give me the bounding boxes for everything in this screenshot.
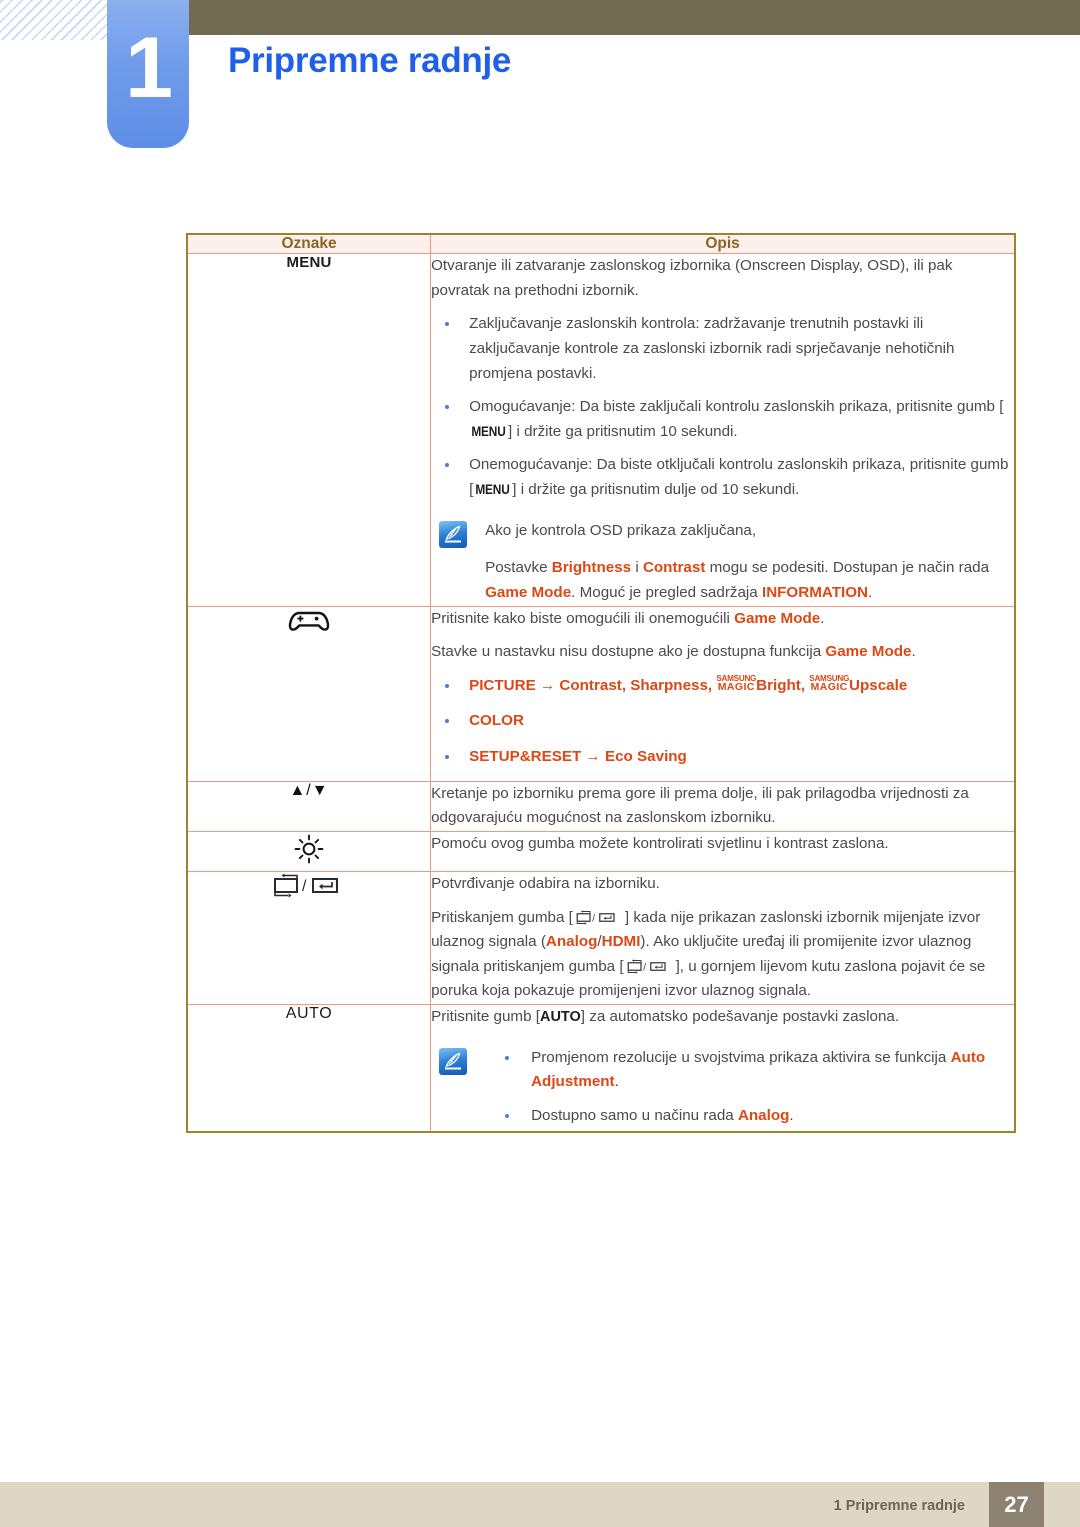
footer-chapter-label: 1 Pripremne radnje xyxy=(833,1498,965,1514)
highlight-term: Game Mode xyxy=(485,583,572,601)
column-header-opis: Opis xyxy=(430,233,1016,254)
source-enter-icon: / xyxy=(274,873,339,898)
highlight-term: Analog xyxy=(737,1106,790,1124)
column-header-oznake: Oznake xyxy=(186,233,432,254)
highlight-term: Eco Saving xyxy=(604,748,687,765)
table-row: Pritisnite kako biste omogućili ili onem… xyxy=(186,605,1016,782)
row-description-cell-game-mode: Pritisnite kako biste omogućili ili onem… xyxy=(430,605,1016,782)
note-paragraph: Postavke Brightness i Contrast mogu se p… xyxy=(485,559,990,601)
paragraph: Pritiskanjem gumba [/] kada nije prikaza… xyxy=(431,908,986,1000)
inline-menu-key: MENU xyxy=(471,423,506,439)
inline-auto-key: AUTO xyxy=(539,1009,581,1025)
svg-text:/: / xyxy=(643,962,646,973)
up-down-arrows-icon: ▲/▼ xyxy=(289,781,329,799)
highlight-term: HDMI xyxy=(601,933,641,951)
list-item: COLOR xyxy=(431,709,1014,734)
header-olive-bar xyxy=(112,0,1080,35)
highlight-term: Upscale xyxy=(849,676,908,694)
row-icon-cell-game-mode xyxy=(186,605,432,782)
list-item: SETUP&RESET → Eco Saving xyxy=(431,745,1014,770)
inline-menu-key: MENU xyxy=(475,482,510,497)
row-icon-cell-menu: MENU xyxy=(186,253,432,607)
svg-text:/: / xyxy=(592,913,595,924)
list-item: Promjenom rezolucije u svojstvima prikaz… xyxy=(485,1046,1014,1095)
paragraph: Pritisnite kako biste omogućili ili onem… xyxy=(431,609,825,627)
highlight-term: INFORMATION xyxy=(761,583,868,601)
brightness-sun-icon xyxy=(294,834,324,864)
note-paragraph: Ako je kontrola OSD prikaza zaključana, xyxy=(485,521,757,539)
paragraph: Pomoću ovog gumba možete kontrolirati sv… xyxy=(431,834,889,852)
paragraph: Pritisnite gumb [AUTO] za automatsko pod… xyxy=(431,1008,900,1025)
decorative-hatch-pattern xyxy=(0,0,112,40)
highlight-term: Contrast xyxy=(642,559,706,577)
paragraph: Potvrđivanje odabira na izborniku. xyxy=(431,874,660,892)
highlight-term: → xyxy=(581,748,605,765)
table-row: AUTO Pritisnite gumb [AUTO] za automatsko… xyxy=(186,1004,1016,1132)
highlight-term: Contrast, Sharpness, xyxy=(559,676,717,694)
table-row: Pomoću ovog gumba možete kontrolirati sv… xyxy=(186,830,1016,872)
page-title: Pripremne radnje xyxy=(228,41,512,80)
paragraph: Otvaranje ili zatvaranje zaslonskog izbo… xyxy=(431,257,953,299)
highlight-term: COLOR xyxy=(469,712,524,730)
chapter-number: 1 xyxy=(125,20,173,116)
source-enter-icon: / xyxy=(271,873,347,902)
document-page: 1 Pripremne radnje Oznake Opis MENU Otvar… xyxy=(0,0,1080,1527)
highlight-term: Bright, xyxy=(756,676,810,694)
highlight-term: Analog xyxy=(545,933,598,951)
samsung-magic-logo: SAMSUNG MAGIC xyxy=(809,674,850,693)
gamepad-icon xyxy=(288,611,330,631)
brightness-sun-icon xyxy=(292,834,326,870)
list-item: PICTURE → Contrast, Sharpness, SAMSUNG MA… xyxy=(431,674,1014,699)
row-icon-cell-auto: AUTO xyxy=(186,1004,432,1132)
row-description-cell-brightness: Pomoću ovog gumba možete kontrolirati sv… xyxy=(430,830,1016,872)
note-block: Ako je kontrola OSD prikaza zaključana, P… xyxy=(431,519,1014,606)
bullet-list: Zaključavanje zaslonskih kontrola: zadrž… xyxy=(431,312,1014,502)
paragraph: Kretanje po izborniku prema gore ili pre… xyxy=(431,784,969,827)
samsung-magic-logo: SAMSUNG MAGIC xyxy=(716,674,757,693)
highlight-term: Game Mode xyxy=(734,609,821,627)
chapter-number-tab: 1 xyxy=(107,0,189,148)
highlight-term: Game Mode xyxy=(825,643,912,661)
list-item: Zaključavanje zaslonskih kontrola: zadrž… xyxy=(431,312,1014,386)
note-bullet-list: Promjenom rezolucije u svojstvima prikaz… xyxy=(485,1046,1014,1129)
key-label-auto: AUTO xyxy=(285,1005,333,1022)
highlight-term: PICTURE xyxy=(469,676,536,694)
highlight-term: Brightness xyxy=(551,559,632,577)
key-label-menu: MENU xyxy=(286,254,332,271)
list-item: Onemogućavanje: Da biste otključali kont… xyxy=(431,453,1014,502)
table-row: ▲/▼ Kretanje po izborniku prema gore ili … xyxy=(186,780,1016,832)
inline-source-enter-icon: / xyxy=(573,909,625,926)
row-icon-cell-up-down: ▲/▼ xyxy=(186,780,432,832)
list-item: Dostupno samo u načinu rada Analog. xyxy=(485,1104,1014,1129)
note-pen-icon xyxy=(439,520,468,548)
table-body: MENU Otvaranje ili zatvaranje zaslonskog … xyxy=(186,253,1016,1132)
row-icon-cell-source-enter: / xyxy=(186,870,432,1006)
row-icon-cell-brightness xyxy=(186,830,432,872)
svg-text:/: / xyxy=(302,878,307,895)
row-description-cell-auto: Pritisnite gumb [AUTO] za automatsko pod… xyxy=(430,1004,1016,1132)
controls-table: Oznake Opis MENU Otvaranje ili zatvaranje… xyxy=(186,233,1016,1133)
row-description-cell-up-down: Kretanje po izborniku prema gore ili pre… xyxy=(430,780,1016,832)
row-description-cell-source-enter: Potvrđivanje odabira na izborniku. Pritis… xyxy=(430,870,1016,1006)
table-header-row: Oznake Opis xyxy=(186,233,1016,254)
table-row: / Potvrđivanje odabira na izborniku. Priti… xyxy=(186,870,1016,1006)
highlight-term: → xyxy=(535,676,560,694)
bullet-list: PICTURE → Contrast, Sharpness, SAMSUNG MA… xyxy=(431,674,1014,770)
footer-page-number: 27 xyxy=(989,1482,1044,1527)
inline-source-enter-icon: / xyxy=(624,958,676,975)
table-row: MENU Otvaranje ili zatvaranje zaslonskog … xyxy=(186,253,1016,607)
list-item: Omogućavanje: Da biste zaključali kontro… xyxy=(431,395,1014,444)
note-pen-icon xyxy=(439,1047,468,1075)
gamepad-icon xyxy=(287,611,331,639)
note-block: Promjenom rezolucije u svojstvima prikaz… xyxy=(431,1046,1014,1129)
paragraph: Stavke u nastavku nisu dostupne ako je d… xyxy=(431,643,916,661)
highlight-term: SETUP&RESET xyxy=(469,748,582,765)
row-description-cell-menu: Otvaranje ili zatvaranje zaslonskog izbo… xyxy=(430,253,1016,607)
